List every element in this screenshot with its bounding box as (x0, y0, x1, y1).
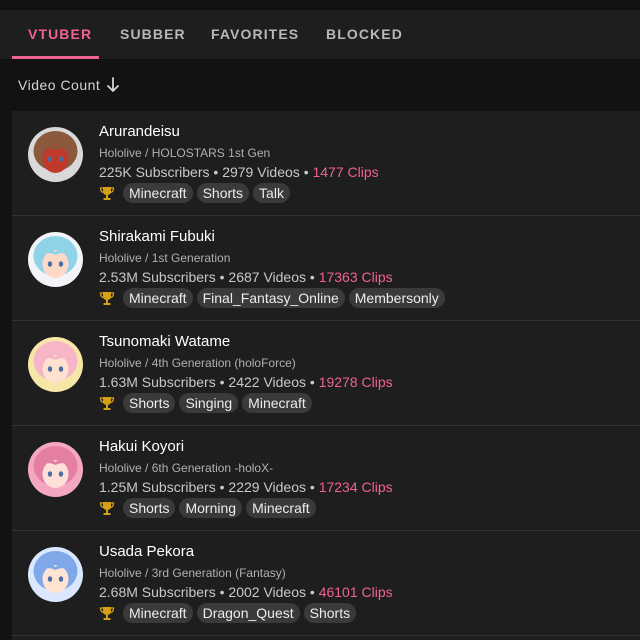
tag-chip[interactable]: Morning (179, 498, 243, 518)
trophy-icon (99, 502, 115, 515)
active-tab-indicator (12, 56, 99, 59)
vtuber-row[interactable]: Hakui Koyori Hololive / 6th Generation -… (12, 426, 640, 531)
subscriber-count: 2.68M Subscribers (99, 584, 216, 600)
vtuber-list: Arurandeisu Hololive / HOLOSTARS 1st Gen… (12, 111, 640, 640)
vtuber-row[interactable]: Usada Pekora Hololive / 3rd Generation (… (12, 531, 640, 636)
vtuber-stats: 1.25M Subscribers • 2229 Videos • 17234 … (99, 479, 393, 495)
tag-chip[interactable]: Minecraft (246, 498, 316, 518)
tab-subber[interactable]: SUBBER (120, 10, 186, 59)
vtuber-stats: 225K Subscribers • 2979 Videos • 1477 Cl… (99, 164, 379, 180)
tag-chip[interactable]: Minecraft (123, 183, 193, 203)
separator: • (213, 164, 223, 180)
clip-count[interactable]: 1477 Clips (312, 164, 378, 180)
vtuber-stats: 2.68M Subscribers • 2002 Videos • 46101 … (99, 584, 393, 600)
separator: • (309, 584, 319, 600)
subscriber-count: 2.53M Subscribers (99, 269, 216, 285)
vtuber-stats: 1.63M Subscribers • 2422 Videos • 19278 … (99, 374, 393, 390)
sort-label: Video Count (18, 77, 101, 93)
topic-tags: Minecraft Dragon_Quest Shorts (99, 602, 357, 624)
video-count: 2687 Videos (228, 269, 306, 285)
tag-chip[interactable]: Minecraft (123, 603, 193, 623)
vtuber-org: Hololive / 1st Generation (99, 251, 231, 265)
avatar[interactable] (28, 442, 83, 497)
tag-chip[interactable]: Membersonly (348, 288, 445, 308)
separator: • (309, 269, 319, 285)
vtuber-name[interactable]: Shirakami Fubuki (99, 228, 215, 245)
avatar[interactable] (28, 232, 83, 287)
clip-count[interactable]: 19278 Clips (319, 374, 393, 390)
topic-tags: Shorts Morning Minecraft (99, 497, 316, 519)
tag-chip[interactable]: Dragon_Quest (196, 603, 300, 623)
vtuber-stats: 2.53M Subscribers • 2687 Videos • 17363 … (99, 269, 393, 285)
video-count: 2422 Videos (228, 374, 306, 390)
clip-count[interactable]: 46101 Clips (319, 584, 393, 600)
clip-count[interactable]: 17363 Clips (319, 269, 393, 285)
tag-chip[interactable]: Shorts (123, 498, 176, 518)
video-count: 2002 Videos (228, 584, 306, 600)
vtuber-row[interactable]: Tsunomaki Watame Hololive / 4th Generati… (12, 321, 640, 426)
video-count: 2229 Videos (228, 479, 306, 495)
separator: • (309, 374, 319, 390)
vtuber-name[interactable]: Tsunomaki Watame (99, 333, 230, 350)
tag-chip[interactable]: Singing (179, 393, 239, 413)
tab-favorites[interactable]: FAVORITES (211, 10, 299, 59)
tab-blocked[interactable]: BLOCKED (326, 10, 403, 59)
vtuber-name[interactable]: Hakui Koyori (99, 438, 184, 455)
avatar[interactable] (28, 547, 83, 602)
arrow-down-icon (107, 77, 120, 92)
tag-chip[interactable]: Shorts (196, 183, 250, 203)
trophy-icon (99, 397, 115, 410)
tab-bar: VTUBER SUBBER FAVORITES BLOCKED (0, 10, 640, 59)
trophy-icon (99, 607, 115, 620)
subscriber-count: 1.63M Subscribers (99, 374, 216, 390)
avatar[interactable] (28, 127, 83, 182)
sort-button[interactable]: Video Count (18, 74, 120, 96)
vtuber-org: Hololive / 3rd Generation (Fantasy) (99, 566, 286, 580)
tag-chip[interactable]: Final_Fantasy_Online (196, 288, 345, 308)
trophy-icon (99, 292, 115, 305)
tag-chip[interactable]: Shorts (303, 603, 357, 623)
tab-vtuber[interactable]: VTUBER (28, 10, 92, 59)
clip-count[interactable]: 17234 Clips (319, 479, 393, 495)
vtuber-name[interactable]: Usada Pekora (99, 543, 194, 560)
subscriber-count: 1.25M Subscribers (99, 479, 216, 495)
vtuber-row[interactable]: Shirakami Fubuki Hololive / 1st Generati… (12, 216, 640, 321)
trophy-icon (99, 187, 115, 200)
tag-chip[interactable]: Talk (253, 183, 290, 203)
vtuber-org: Hololive / HOLOSTARS 1st Gen (99, 146, 271, 160)
separator: • (309, 479, 319, 495)
avatar[interactable] (28, 337, 83, 392)
tag-chip[interactable]: Minecraft (123, 288, 193, 308)
vtuber-org: Hololive / 4th Generation (holoForce) (99, 356, 296, 370)
topic-tags: Minecraft Shorts Talk (99, 182, 290, 204)
topic-tags: Shorts Singing Minecraft (99, 392, 312, 414)
tag-chip[interactable]: Minecraft (242, 393, 312, 413)
vtuber-name[interactable]: Arurandeisu (99, 123, 180, 140)
video-count: 2979 Videos (222, 164, 300, 180)
topic-tags: Minecraft Final_Fantasy_Online Membersonly (99, 287, 445, 309)
subscriber-count: 225K Subscribers (99, 164, 210, 180)
vtuber-org: Hololive / 6th Generation -holoX- (99, 461, 274, 475)
tag-chip[interactable]: Shorts (123, 393, 176, 413)
vtuber-row[interactable]: Arurandeisu Hololive / HOLOSTARS 1st Gen… (12, 111, 640, 216)
